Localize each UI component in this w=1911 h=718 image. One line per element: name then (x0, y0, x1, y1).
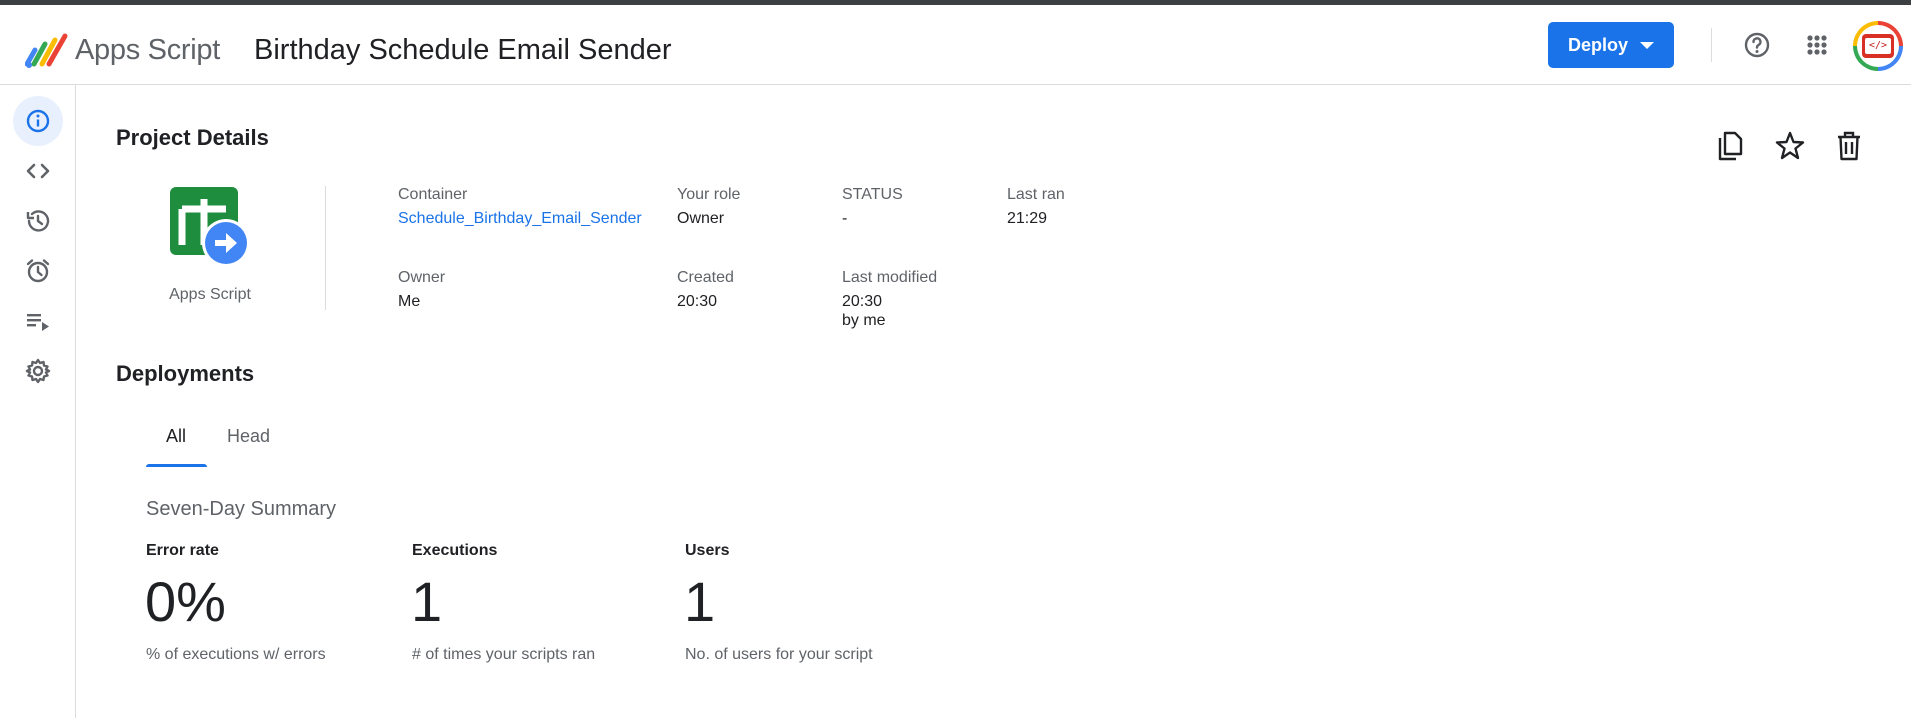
executions-label: Executions (412, 542, 498, 559)
users-label: Users (685, 542, 730, 559)
nav-settings[interactable] (13, 346, 63, 396)
project-logo-label: Apps Script (169, 286, 251, 303)
history-icon (26, 210, 50, 232)
container-link[interactable]: Schedule_Birthday_Email_Sender (398, 209, 642, 229)
error-rate-label: Error rate (146, 542, 219, 559)
gear-icon (25, 358, 51, 384)
owner-value: Me (398, 293, 421, 310)
tab-head[interactable]: Head (227, 425, 270, 465)
delete-icon[interactable] (1832, 129, 1866, 163)
last-modified-label: Last modified (842, 269, 938, 286)
details-divider (325, 186, 326, 310)
deploy-button-label: Deploy (1568, 34, 1629, 55)
nav-executions[interactable] (13, 296, 63, 346)
nav-history[interactable] (13, 196, 63, 246)
apps-script-project-logo-icon (170, 187, 250, 267)
header-divider (1711, 28, 1712, 62)
tab-all[interactable]: All (166, 425, 186, 465)
created-label: Created (677, 269, 734, 286)
top-app-bar: Apps Script Birthday Schedule Email Send… (0, 5, 1911, 85)
nav-overview[interactable] (13, 96, 63, 146)
chevron-down-icon (1640, 42, 1654, 49)
created-value: 20:30 (677, 293, 718, 310)
last-ran-value: 21:29 (1007, 210, 1048, 227)
nav-editor[interactable] (13, 146, 63, 196)
info-icon (26, 109, 50, 133)
owner-label: Owner (398, 269, 446, 286)
seven-day-summary-title: Seven-Day Summary (146, 498, 337, 520)
project-title[interactable]: Birthday Schedule Email Sender (254, 30, 672, 70)
avatar-text: </> (1865, 38, 1891, 54)
product-name[interactable]: Apps Script (75, 30, 220, 70)
users-desc: No. of users for your script (685, 646, 873, 663)
apps-script-logo-icon[interactable] (25, 32, 69, 68)
executions-list-icon (27, 314, 49, 331)
last-ran-label: Last ran (1007, 186, 1065, 203)
users-value: 1 (684, 570, 716, 633)
status-label: STATUS (842, 186, 903, 203)
container-label: Container (398, 186, 468, 203)
active-tab-indicator (146, 464, 207, 467)
avatar-badge: </> (1862, 34, 1894, 58)
status-value: - (842, 210, 848, 227)
help-icon[interactable] (1741, 29, 1773, 61)
alarm-clock-icon (26, 259, 50, 283)
account-avatar[interactable]: </> (1853, 21, 1903, 71)
deployments-title: Deployments (116, 361, 255, 386)
error-rate-desc: % of executions w/ errors (146, 646, 326, 663)
apps-grid-icon[interactable] (1801, 29, 1833, 61)
executions-desc: # of times your scripts ran (412, 646, 596, 663)
last-modified-by: by me (842, 312, 886, 329)
executions-value: 1 (411, 570, 443, 633)
project-details-title: Project Details (116, 125, 269, 150)
role-label: Your role (677, 186, 741, 203)
error-rate-value: 0% (145, 570, 226, 633)
role-value: Owner (677, 210, 725, 227)
code-icon (26, 163, 50, 179)
left-nav-rail (0, 85, 76, 718)
nav-triggers[interactable] (13, 246, 63, 296)
copy-icon[interactable] (1713, 129, 1747, 163)
star-icon[interactable] (1773, 129, 1807, 163)
deploy-button[interactable]: Deploy (1548, 22, 1674, 68)
last-modified-value: 20:30 (842, 293, 883, 310)
